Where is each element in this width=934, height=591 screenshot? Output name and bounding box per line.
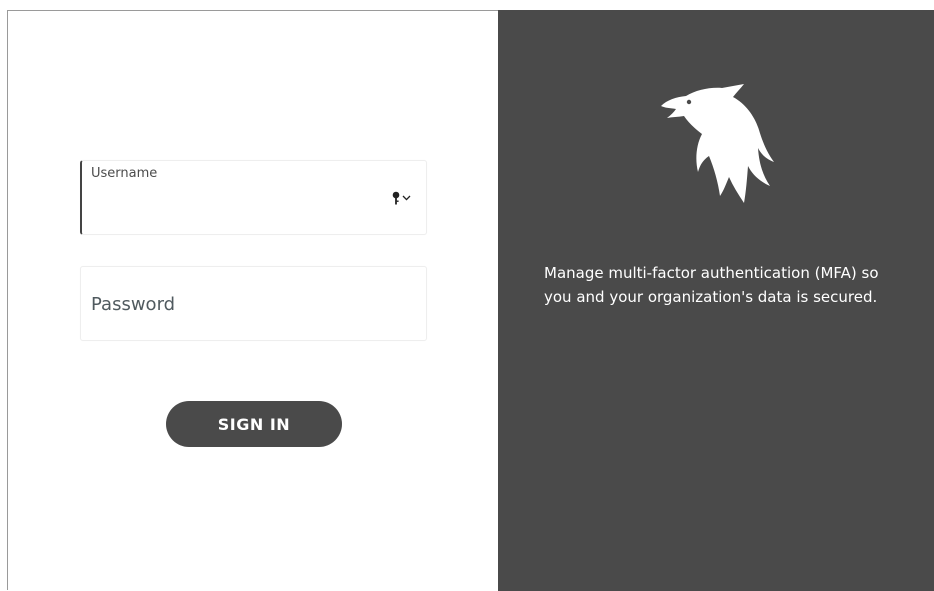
tagline-line-1: Manage multi-factor authentication (MFA)… xyxy=(544,264,879,282)
chevron-down-icon xyxy=(402,195,411,201)
sign-in-button[interactable]: SIGN IN xyxy=(166,401,342,447)
login-window: Username SIGN IN Manage multi-factor aut… xyxy=(7,10,934,591)
username-label: Username xyxy=(91,166,158,181)
key-icon xyxy=(392,191,400,205)
branding-panel: Manage multi-factor authentication (MFA)… xyxy=(498,10,934,591)
eagle-logo xyxy=(661,84,774,203)
password-field[interactable] xyxy=(80,266,427,341)
password-input[interactable] xyxy=(91,285,414,323)
username-input[interactable] xyxy=(91,189,386,225)
tagline: Manage multi-factor authentication (MFA)… xyxy=(544,261,924,309)
credential-dropdown[interactable] xyxy=(392,190,414,206)
tagline-line-2: you and your organization's data is secu… xyxy=(544,288,878,306)
login-form-panel: Username SIGN IN xyxy=(8,11,498,590)
username-field[interactable]: Username xyxy=(80,160,427,235)
